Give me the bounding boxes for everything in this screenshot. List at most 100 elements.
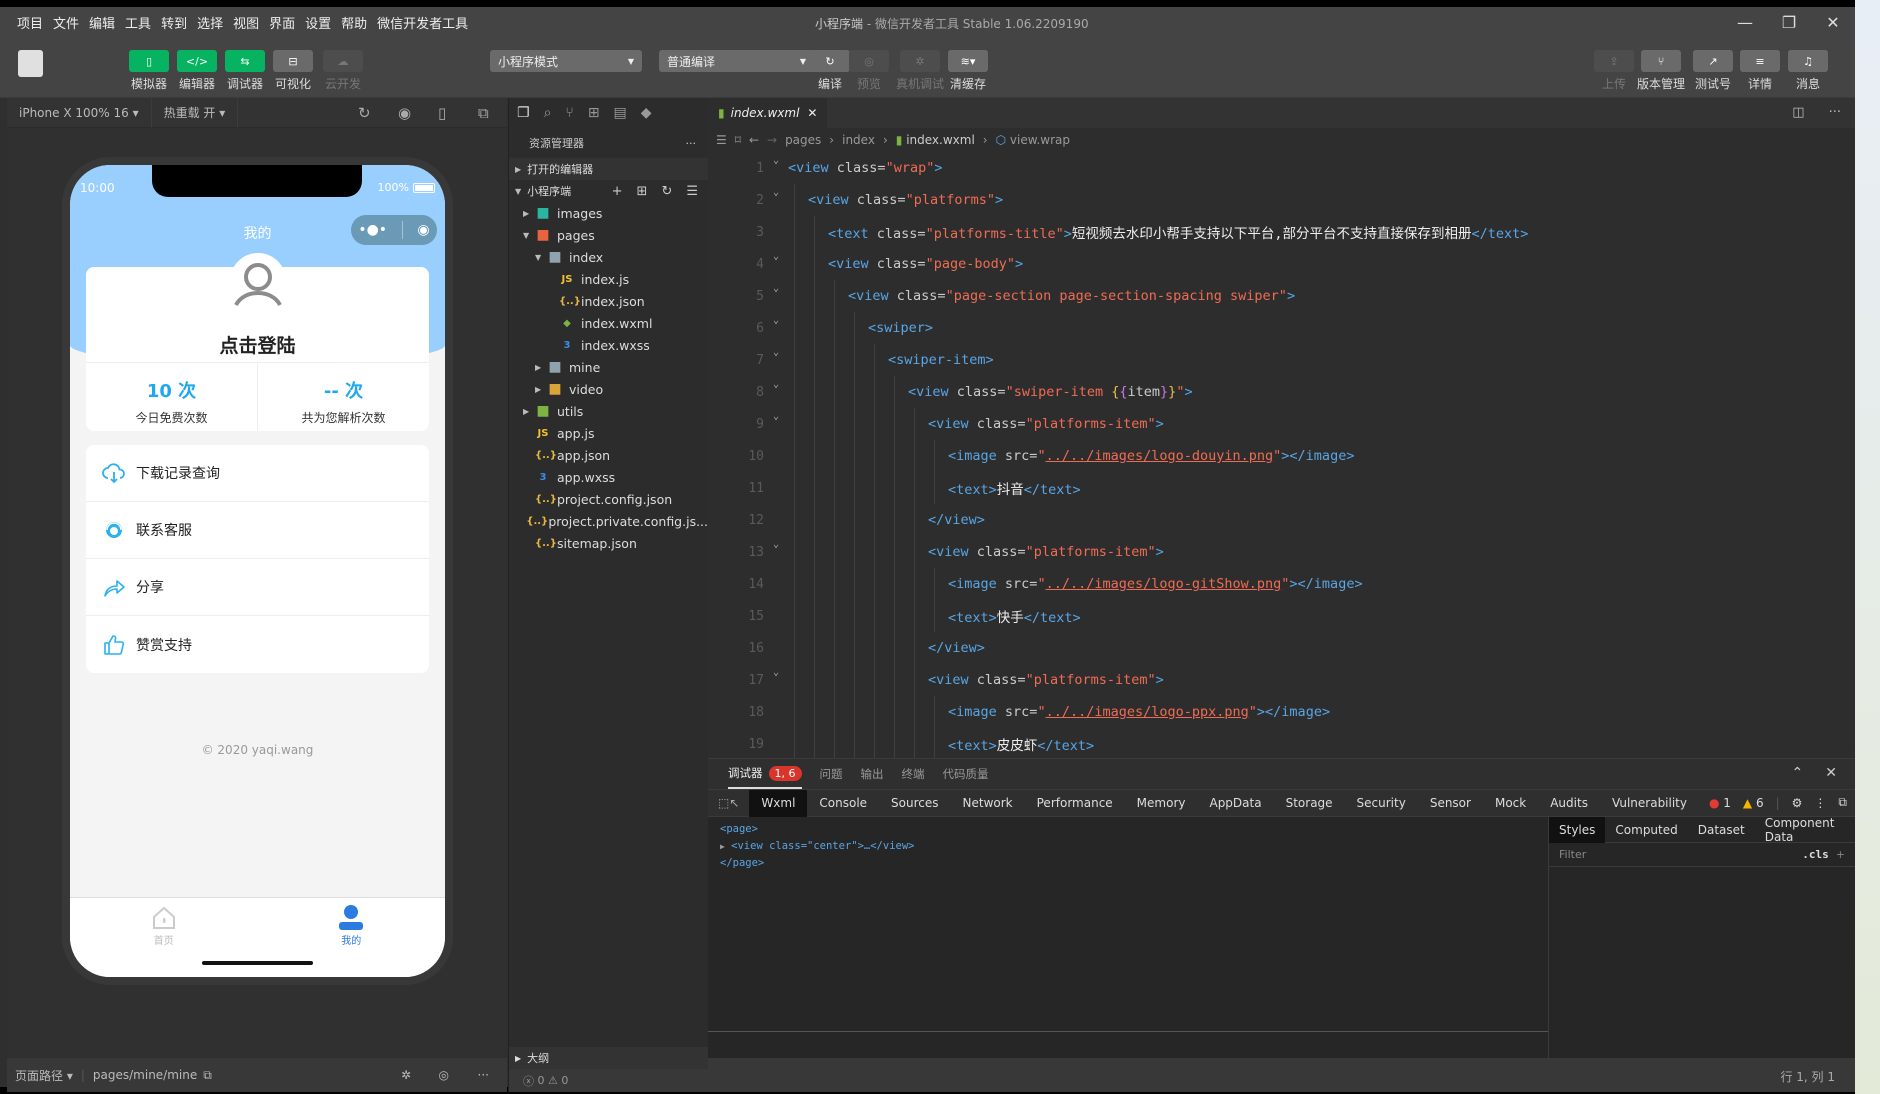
add-rule-icon[interactable]: + (1836, 848, 1845, 861)
tab-home[interactable]: 首页 (70, 898, 258, 977)
close-tab-icon[interactable]: ✕ (807, 106, 817, 120)
kebab-menu-icon[interactable]: ⋮ (1814, 796, 1826, 810)
new-folder-icon[interactable]: ⊞ (637, 184, 648, 199)
caret-right-icon[interactable]: ▶ (535, 363, 547, 372)
caret-right-icon[interactable]: ▶ (535, 385, 547, 394)
fold-chevron-icon[interactable]: ⌄ (764, 411, 788, 422)
tree-item-index-json[interactable]: {..} index.json (509, 290, 708, 312)
debugger-tab[interactable]: 输出 (861, 766, 884, 782)
toolbar-button-1[interactable]: </> 编辑器 (174, 50, 220, 92)
minimize-icon[interactable]: — (1723, 7, 1767, 37)
close-icon[interactable]: ✕ (1825, 765, 1837, 781)
breadcrumb-item[interactable]: pages (785, 133, 821, 147)
debugger-tab[interactable]: 问题 (820, 766, 843, 782)
restore-icon[interactable]: ❐ (1767, 7, 1811, 37)
rotate-icon[interactable]: ↻ (358, 104, 371, 122)
menu-item[interactable]: 文件 (48, 13, 84, 32)
styles-tab[interactable]: Component Data (1755, 816, 1845, 844)
caret-down-icon[interactable]: ▼ (523, 231, 535, 240)
code-line[interactable]: 7 ⌄ <swiper-item> (708, 344, 1855, 376)
dom-node[interactable]: </page> (720, 855, 914, 872)
back-arrow-icon[interactable]: ← (749, 133, 759, 147)
breadcrumb-item[interactable]: index (842, 133, 875, 147)
menu-item[interactable]: 设置 (300, 13, 336, 32)
menu-item-download-history[interactable]: 下载记录查询 (86, 445, 429, 502)
split-editor-icon[interactable]: ◫ (1792, 105, 1804, 120)
tree-item-index[interactable]: ▼ ■ index (509, 246, 708, 268)
eye-icon[interactable]: ◎ (439, 1068, 449, 1082)
panel-tab-network[interactable]: Network (951, 790, 1025, 817)
gear-icon[interactable]: ⚙ (1792, 796, 1803, 810)
panel-tab-security[interactable]: Security (1345, 790, 1418, 817)
tab-index-wxml[interactable]: ▮ index.wxml ✕ (708, 98, 828, 128)
code-line[interactable]: 19 <text>皮皮虾</text> (708, 728, 1855, 760)
code-line[interactable]: 13 ⌄ <view class="platforms-item"> (708, 536, 1855, 568)
menu-item[interactable]: 转到 (156, 13, 192, 32)
tree-item-pages[interactable]: ▼ ■ pages (509, 224, 708, 246)
more-icon[interactable]: •●• (358, 222, 387, 238)
collapse-icon[interactable]: ☰ (686, 184, 698, 199)
fold-chevron-icon[interactable]: ⌄ (764, 187, 788, 198)
hot-reload-toggle[interactable]: 热重载 开 ▾ (152, 97, 239, 128)
debugger-tab[interactable]: 调试器 1, 6 (728, 759, 802, 789)
debugger-tab[interactable]: 终端 (902, 766, 925, 782)
copy-icon[interactable]: ⧉ (203, 1068, 212, 1083)
fold-chevron-icon[interactable]: ⌄ (764, 283, 788, 294)
warning-counter[interactable]: ▲ 6 (1743, 796, 1764, 810)
code-line[interactable]: 11 <text>抖音</text> (708, 472, 1855, 504)
toolbar-button-3[interactable]: ≡ 详情 (1737, 50, 1783, 92)
menu-item[interactable]: 帮助 (336, 13, 372, 32)
caret-right-icon[interactable]: ▶ (523, 407, 535, 416)
cls-toggle[interactable]: .cls (1802, 848, 1829, 861)
open-editors-section[interactable]: ▶ 打开的编辑器 (509, 158, 708, 180)
panel-tab-vulnerability[interactable]: Vulnerability (1600, 790, 1699, 817)
panel-tab-sensor[interactable]: Sensor (1418, 790, 1483, 817)
bookmark-icon[interactable]: ⌑ (735, 133, 741, 147)
code-line[interactable]: 6 ⌄ <swiper> (708, 312, 1855, 344)
bug-icon[interactable]: ✲ (401, 1068, 411, 1082)
breadcrumb-item[interactable]: ▮ index.wxml (896, 133, 975, 147)
new-file-icon[interactable]: + (612, 184, 623, 199)
code-line[interactable]: 9 ⌄ <view class="platforms-item"> (708, 408, 1855, 440)
project-section[interactable]: ▼ 小程序端 + ⊞ ↻ ☰ (509, 180, 708, 202)
toolbar-button-0[interactable]: ⇪ 上传 (1591, 50, 1637, 92)
panel-tab-storage[interactable]: Storage (1274, 790, 1345, 817)
toolbar-button-3[interactable]: ⊟ 可视化 (270, 50, 316, 92)
dom-node[interactable]: <page> (720, 821, 914, 838)
mode-select[interactable]: 小程序模式 ▼ (490, 50, 642, 72)
more-icon[interactable]: ··· (686, 137, 697, 150)
toolbar-button-2[interactable]: ⇆ 调试器 (222, 50, 268, 92)
styles-filter[interactable]: Filter .cls + (1549, 843, 1855, 867)
menu-item[interactable]: 视图 (228, 13, 264, 32)
outline-section[interactable]: ▶ 大纲 (509, 1047, 709, 1069)
menu-item[interactable]: 选择 (192, 13, 228, 32)
problems-summary[interactable]: ⓧ 0 ⚠ 0 (509, 1069, 709, 1092)
phone-frame-icon[interactable]: ▯ (438, 104, 446, 122)
error-counter[interactable]: ● 1 (1709, 796, 1731, 810)
menu-item-share[interactable]: 分享 (86, 559, 429, 616)
code-line[interactable]: 16 </view> (708, 632, 1855, 664)
menu-item[interactable]: 编辑 (84, 13, 120, 32)
cursor-position[interactable]: 行 1, 列 1 (1780, 1068, 1835, 1085)
code-line[interactable]: 2 ⌄ <view class="platforms"> (708, 184, 1855, 216)
code-line[interactable]: 17 ⌄ <view class="platforms-item"> (708, 664, 1855, 696)
detach-icon[interactable]: ⧉ (478, 104, 489, 122)
menu-item[interactable]: 微信开发者工具 (372, 13, 473, 32)
tree-item-index-js[interactable]: JS index.js (509, 268, 708, 290)
tree-item-mine[interactable]: ▶ ■ mine (509, 356, 708, 378)
chevron-up-icon[interactable]: ⌃ (1792, 765, 1804, 781)
fold-chevron-icon[interactable]: ⌄ (764, 155, 788, 166)
tree-item-index-wxss[interactable]: 3 index.wxss (509, 334, 708, 356)
code-line[interactable]: 12 </view> (708, 504, 1855, 536)
menu-item-customer-service[interactable]: 联系客服 (86, 502, 429, 559)
menu-item[interactable]: 界面 (264, 13, 300, 32)
tree-item-project-private-config-js---[interactable]: {..} project.private.config.js... (509, 510, 708, 532)
debugger-tab[interactable]: 代码质量 (943, 766, 989, 782)
toolbar-button-3[interactable]: ≋▾ 清缓存 (945, 50, 991, 92)
dom-node[interactable]: ▶ <view class="center">…</view> (720, 838, 914, 855)
menu-item[interactable]: 工具 (120, 13, 156, 32)
code-line[interactable]: 14 <image src="../../images/logo-gitShow.… (708, 568, 1855, 600)
code-line[interactable]: 8 ⌄ <view class="swiper-item {{item}}"> (708, 376, 1855, 408)
forward-arrow-icon[interactable]: → (767, 133, 777, 147)
toolbar-button-4[interactable]: ☁ 云开发 (320, 50, 366, 92)
